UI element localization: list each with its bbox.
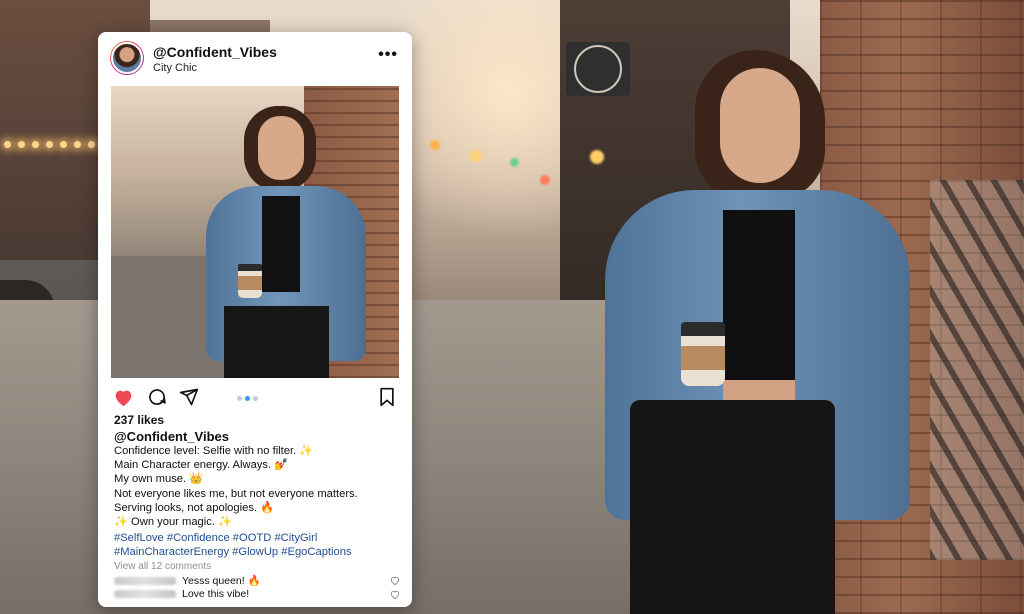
bokeh-light — [540, 175, 550, 185]
blurred-commenter-name — [114, 577, 176, 586]
bookmark-icon[interactable] — [376, 386, 398, 408]
graffiti — [930, 180, 1024, 560]
comment-like-heart-icon[interactable] — [390, 576, 400, 588]
post-hashtags: #SelfLove #Confidence #OOTD #CityGirl #M… — [114, 531, 404, 559]
coffee-cup — [681, 322, 725, 386]
caption-line: Confidence level: Selfie with no filter.… — [114, 445, 314, 457]
hashtag-line[interactable]: #SelfLove #Confidence #OOTD #CityGirl — [114, 531, 404, 545]
caption-line: Serving looks, not apologies. 🔥 — [114, 501, 275, 514]
caption-line: Main Character energy. Always. 💅 — [114, 459, 289, 472]
avatar[interactable] — [110, 41, 144, 75]
post-username[interactable]: @Confident_Vibes — [153, 44, 277, 60]
post-caption: Confidence level: Selfie with no filter.… — [114, 444, 404, 529]
more-options-icon[interactable]: ••• — [378, 46, 398, 64]
caption-line: Not everyone likes me, but not everyone … — [114, 487, 358, 500]
caption-line: My own muse. 👑 — [114, 473, 204, 486]
comment-icon[interactable] — [146, 386, 168, 408]
bokeh-light — [470, 150, 482, 162]
post-header: @Confident_Vibes City Chic ••• — [98, 32, 412, 86]
hashtag-line[interactable]: #MainCharacterEnergy #GlowUp #EgoCaption… — [114, 545, 404, 559]
view-all-comments-link[interactable]: View all 12 comments — [114, 561, 211, 572]
post-photo[interactable] — [111, 86, 399, 378]
comment-row: Yesss queen! 🔥 — [114, 574, 404, 588]
comment-like-heart-icon[interactable] — [390, 590, 400, 602]
heart-icon[interactable] — [112, 386, 134, 408]
like-count[interactable]: 237 likes — [114, 413, 164, 427]
post-actions — [98, 384, 412, 412]
caption-username[interactable]: @Confident_Vibes — [114, 429, 229, 444]
bokeh-light — [510, 158, 519, 167]
caption-line: ✨ Own your magic. ✨ — [114, 516, 233, 529]
carousel-indicator — [237, 395, 263, 403]
bokeh-light — [590, 150, 604, 164]
post-location[interactable]: City Chic — [153, 62, 197, 74]
woman-in-denim-jacket — [605, 50, 910, 614]
bokeh-light — [430, 140, 440, 150]
string-lights — [0, 135, 110, 165]
comment-text: Love this vibe! — [182, 588, 250, 600]
blurred-commenter-name — [114, 590, 176, 599]
share-icon[interactable] — [178, 386, 200, 408]
comment-row: Love this vibe! — [114, 588, 404, 602]
instagram-post-card: @Confident_Vibes City Chic ••• 237 likes… — [98, 32, 412, 607]
comment-text: Yesss queen! 🔥 — [182, 575, 261, 587]
